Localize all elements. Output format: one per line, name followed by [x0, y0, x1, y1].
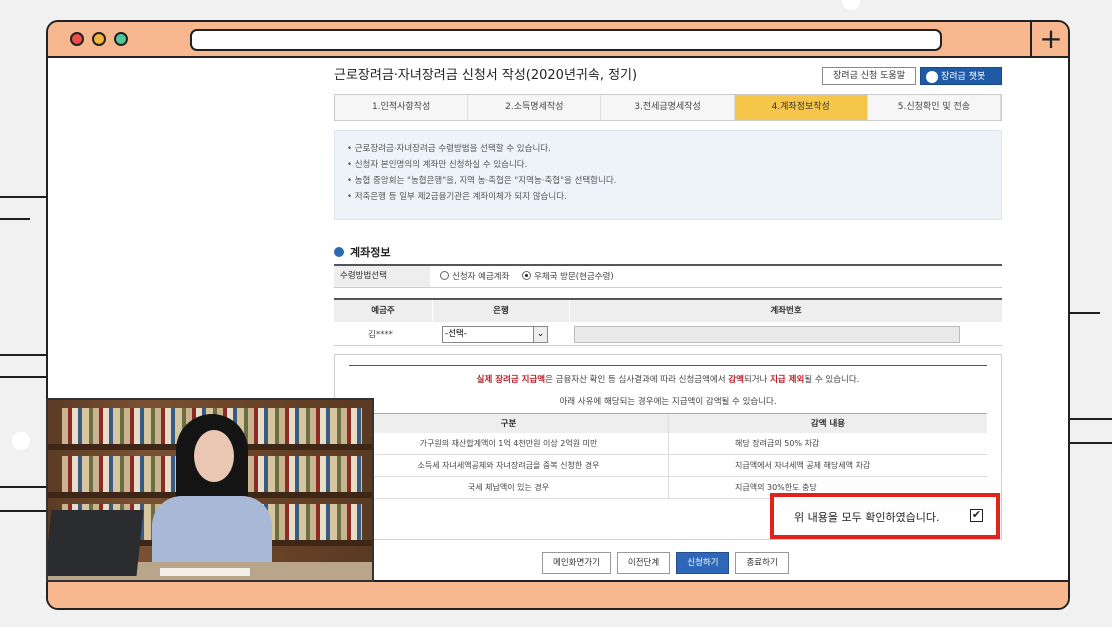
decorative-line: [1070, 312, 1100, 314]
decorative-line: [0, 510, 46, 512]
action-buttons: 메인화면가기 이전단계 신청하기 종료하기: [542, 552, 789, 574]
presenter-face: [194, 430, 234, 482]
step-3: 3.전세금명세작성: [601, 95, 735, 120]
main-page-button[interactable]: 메인화면가기: [542, 552, 611, 574]
table-row: 가구원의 재산합계액이 1억 4천만원 이상 2억원 미만 해당 장려금의 50…: [349, 433, 987, 455]
decorative-dot-left: [12, 432, 30, 450]
browser-titlebar: +: [48, 22, 1068, 58]
decorative-dot-top: [842, 0, 860, 10]
help-button[interactable]: 장려금 신청 도움말: [822, 67, 916, 85]
bank-select[interactable]: -선택- ⌄: [442, 326, 548, 343]
laptop: [48, 510, 144, 576]
column-bank: 은행: [433, 300, 569, 322]
notice-line-2: 아래 사유에 해당되는 경우에는 지급액이 감액될 수 있습니다.: [559, 397, 777, 407]
receive-method-label: 수령방법선택: [334, 266, 430, 287]
account-holder: 김****: [368, 330, 393, 340]
step-2: 2.소득명세작성: [468, 95, 602, 120]
decorative-line: [1070, 442, 1112, 444]
table-row: 소득세 자녀세액공제와 자녀장려금을 중복 신청한 경우 지급액에서 자녀세액 …: [349, 455, 987, 477]
info-line: • 근로장려금·자녀장려금 수령방법을 선택할 수 있습니다.: [347, 144, 551, 154]
previous-step-button[interactable]: 이전단계: [616, 552, 671, 574]
radio-icon: [440, 271, 449, 280]
chevron-down-icon: ⌄: [533, 327, 547, 342]
decorative-line: [0, 486, 46, 488]
minimize-window-icon[interactable]: [92, 32, 106, 46]
receive-method-row: 수령방법선택 신청자 예금계좌 우체국 방문(현금수령): [334, 264, 1002, 288]
browser-bottom-bar: [48, 580, 1068, 608]
info-box: • 근로장려금·자녀장려금 수령방법을 선택할 수 있습니다. • 신청자 본인…: [334, 130, 1002, 220]
chatbot-icon: [926, 71, 938, 83]
info-line: • 저축은행 등 일부 제2금융기관은 계좌이체가 되지 않습니다.: [347, 192, 567, 202]
tab-divider: [1030, 22, 1032, 58]
confirm-checkbox[interactable]: ✔: [970, 509, 983, 522]
info-line: • 농협 중앙회는 "농협은행"을, 지역 농·축협은 "지역농·축협"을 선택…: [347, 176, 617, 186]
step-5: 5.신청확인 및 전송: [868, 95, 1002, 120]
presenter-video: [46, 398, 374, 582]
reduction-table-header: 구분 감액 내용: [349, 413, 987, 433]
account-table: 예금주 은행 계좌번호 김**** -선택- ⌄: [334, 298, 1002, 346]
exit-button[interactable]: 종료하기: [735, 552, 789, 574]
info-line: • 신청자 본인명의의 계좌만 신청하실 수 있습니다.: [347, 160, 528, 170]
close-window-icon[interactable]: [70, 32, 84, 46]
decorative-line: [0, 218, 30, 220]
submit-button[interactable]: 신청하기: [676, 552, 730, 574]
chatbot-button[interactable]: 장려금 챗봇: [920, 67, 1002, 85]
step-progress: 1.인적사항작성 2.소득명세작성 3.전세금명세작성 4.계좌정보작성 5.신청확인 …: [334, 94, 1002, 121]
radio-selected-icon: [522, 271, 531, 280]
decorative-line: [0, 196, 46, 198]
step-1: 1.인적사항작성: [335, 95, 469, 120]
new-tab-button[interactable]: +: [1034, 24, 1068, 56]
section-bullet-icon: [334, 247, 344, 257]
page-title: 근로장려금·자녀장려금 신청서 작성(2020년귀속, 정기): [334, 68, 638, 83]
decorative-line: [1070, 418, 1112, 420]
radio-bank-account[interactable]: 신청자 예금계좌: [440, 270, 509, 282]
decorative-line: [0, 354, 46, 356]
confirm-label: 위 내용을 모두 확인하였습니다.: [794, 511, 940, 524]
notice-line-1: 실제 장려금 지급액은 금융자산 확인 등 심사결과에 따라 신청금액에서 감액…: [476, 375, 860, 385]
account-number-input[interactable]: [574, 326, 960, 343]
chatbot-button-label: 장려금 챗봇: [941, 72, 986, 82]
reduction-table: 구분 감액 내용 가구원의 재산합계액이 1억 4천만원 이상 2억원 미만 해…: [349, 413, 987, 499]
address-bar[interactable]: [190, 29, 942, 51]
maximize-window-icon[interactable]: [114, 32, 128, 46]
notice-divider: [349, 365, 987, 366]
column-account-number: 계좌번호: [570, 300, 1002, 322]
column-holder: 예금주: [334, 300, 432, 322]
account-section-title: 계좌정보: [334, 244, 390, 260]
step-4: 4.계좌정보작성: [734, 95, 868, 120]
paper: [160, 568, 250, 576]
decorative-line: [0, 376, 46, 378]
radio-post-office[interactable]: 우체국 방문(현금수령): [522, 270, 614, 282]
confirm-highlight: 위 내용을 모두 확인하였습니다. ✔: [770, 493, 1000, 539]
